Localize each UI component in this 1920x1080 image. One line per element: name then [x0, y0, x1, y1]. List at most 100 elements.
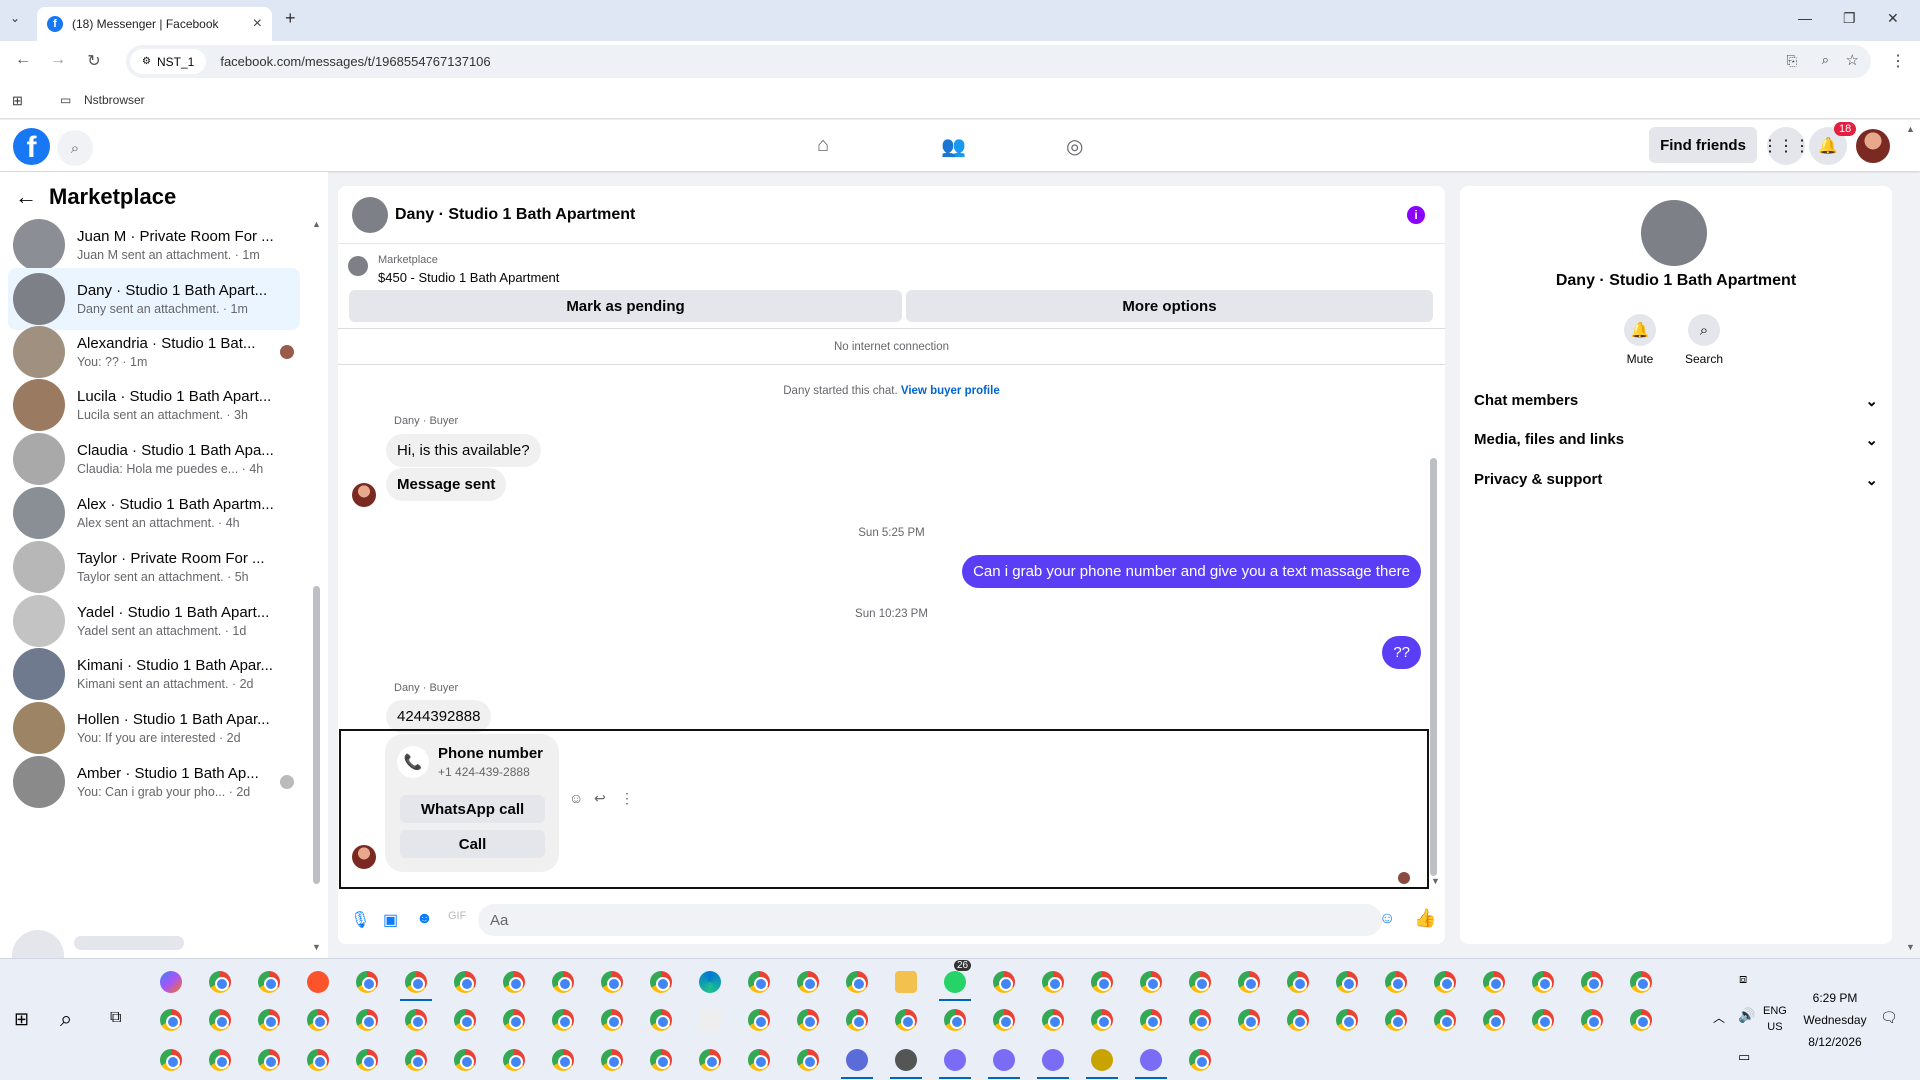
- chrome-icon[interactable]: [748, 1009, 770, 1031]
- site-settings-icon[interactable]: ⚙: [142, 56, 151, 67]
- chrome-icon[interactable]: [552, 1009, 574, 1031]
- chrome-icon[interactable]: [895, 1009, 917, 1031]
- chrome-icon[interactable]: [1385, 1009, 1407, 1031]
- privacy-support-section[interactable]: Privacy & support ⌄: [1474, 471, 1878, 489]
- chrome-icon[interactable]: [258, 1009, 280, 1031]
- back-arrow-icon[interactable]: ←: [15, 184, 37, 210]
- profile-chip[interactable]: ⚙ NST_1: [130, 49, 207, 74]
- chrome-icon[interactable]: [1532, 1009, 1554, 1031]
- app-icon[interactable]: [1091, 1049, 1113, 1071]
- chrome-icon[interactable]: [601, 971, 623, 993]
- chrome-icon[interactable]: [356, 1009, 378, 1031]
- like-thumb-icon[interactable]: 👍: [1414, 908, 1436, 929]
- chrome-icon[interactable]: [1385, 971, 1407, 993]
- menu-grid-icon[interactable]: ⋮⋮⋮: [1762, 127, 1810, 165]
- conversation-item[interactable]: Claudia · Studio 1 Bath Apa... Claudia: H…: [8, 428, 300, 490]
- chrome-icon[interactable]: [209, 971, 231, 993]
- reload-icon[interactable]: ↻: [78, 51, 110, 71]
- clock[interactable]: 6:29 PM Wednesday 8/12/2026: [1795, 987, 1875, 1053]
- phone-number-card[interactable]: 📞 Phone number +1 424-439-2888 WhatsApp …: [385, 734, 559, 872]
- chrome-icon[interactable]: [699, 1049, 721, 1071]
- chrome-icon[interactable]: [1630, 1009, 1652, 1031]
- sidebar-scrollbar[interactable]: [313, 586, 320, 884]
- home-icon[interactable]: ⌂: [817, 134, 829, 157]
- chrome-icon[interactable]: [454, 1049, 476, 1071]
- chrome-icon[interactable]: [503, 1049, 525, 1071]
- chrome-icon[interactable]: [307, 1049, 329, 1071]
- scroll-down-icon[interactable]: ▼: [1431, 876, 1440, 886]
- gif-icon[interactable]: GIF: [448, 910, 466, 922]
- chat-members-section[interactable]: Chat members ⌄: [1474, 392, 1878, 410]
- zoom-icon[interactable]: ⌕: [1822, 52, 1829, 68]
- settings-gear-icon[interactable]: [895, 1049, 917, 1071]
- chat-scrollbar[interactable]: [1430, 458, 1437, 876]
- chrome-icon[interactable]: [1434, 971, 1456, 993]
- address-bar[interactable]: ⚙ NST_1 facebook.com/messages/t/196855476…: [126, 45, 1871, 78]
- details-avatar[interactable]: [1641, 200, 1707, 266]
- listing-title[interactable]: $450 - Studio 1 Bath Apartment: [378, 270, 559, 285]
- bookmark-folder[interactable]: Nstbrowser: [84, 93, 145, 107]
- listing-thumbnail[interactable]: [348, 256, 368, 276]
- conversation-item[interactable]: Alex · Studio 1 Bath Apartm... Alex sent …: [8, 482, 300, 544]
- chrome-icon[interactable]: [454, 971, 476, 993]
- chrome-icon[interactable]: [356, 1049, 378, 1071]
- chrome-icon[interactable]: [552, 971, 574, 993]
- chrome-icon[interactable]: [1189, 971, 1211, 993]
- start-icon[interactable]: ⊞: [14, 1009, 29, 1030]
- chrome-icon[interactable]: [454, 1009, 476, 1031]
- close-tab-icon[interactable]: ×: [253, 15, 262, 33]
- minimize-icon[interactable]: —: [1798, 10, 1812, 26]
- chrome-icon[interactable]: [650, 1009, 672, 1031]
- tab-list-icon[interactable]: ⌄: [10, 11, 20, 25]
- meet-now-icon[interactable]: ⧈: [1739, 971, 1747, 987]
- chrome-icon[interactable]: [1091, 971, 1113, 993]
- groups-icon[interactable]: ◎: [1066, 134, 1083, 159]
- chrome-icon[interactable]: [748, 971, 770, 993]
- chat-avatar[interactable]: [352, 196, 388, 233]
- chrome-icon[interactable]: [1483, 1009, 1505, 1031]
- sender-avatar[interactable]: [352, 845, 376, 869]
- chrome-icon[interactable]: [503, 971, 525, 993]
- brave-icon[interactable]: [307, 971, 329, 993]
- chrome-icon[interactable]: [797, 1009, 819, 1031]
- chrome-icon[interactable]: [1091, 1009, 1113, 1031]
- file-explorer-icon[interactable]: [895, 971, 917, 993]
- chrome-icon[interactable]: [552, 1049, 574, 1071]
- chrome-icon[interactable]: [1140, 1009, 1162, 1031]
- chrome-icon[interactable]: [1532, 971, 1554, 993]
- reply-icon[interactable]: ↩: [594, 790, 606, 807]
- browser-icon[interactable]: [944, 1049, 966, 1071]
- chrome-icon[interactable]: [601, 1009, 623, 1031]
- url-text[interactable]: facebook.com/messages/t/1968554767137106: [220, 54, 490, 69]
- chrome-icon[interactable]: [1042, 1009, 1064, 1031]
- sender-avatar[interactable]: [352, 483, 376, 507]
- browser-icon[interactable]: [1140, 1049, 1162, 1071]
- chrome-icon[interactable]: [160, 1009, 182, 1031]
- forward-icon[interactable]: →: [42, 51, 74, 69]
- sent-message-bubble[interactable]: ??: [1382, 636, 1421, 669]
- browser-icon[interactable]: [993, 1049, 1015, 1071]
- message-bubble[interactable]: Hi, is this available?: [386, 434, 541, 467]
- details-name[interactable]: Dany · Studio 1 Bath Apartment: [1460, 272, 1892, 290]
- view-buyer-profile-link[interactable]: View buyer profile: [901, 385, 1000, 397]
- chrome-icon[interactable]: [748, 1049, 770, 1071]
- conversation-item[interactable]: Lucila · Studio 1 Bath Apart... Lucila se…: [8, 374, 300, 436]
- task-view-icon[interactable]: ⧉: [110, 1009, 121, 1027]
- chrome-icon[interactable]: [1140, 971, 1162, 993]
- chrome-icon[interactable]: [258, 1049, 280, 1071]
- chrome-icon[interactable]: [797, 1049, 819, 1071]
- search-button[interactable]: ⌕ Search: [1674, 314, 1734, 366]
- conversation-item[interactable]: Kimani · Studio 1 Bath Apar... Kimani sen…: [8, 643, 300, 705]
- show-hidden-icons[interactable]: ︿: [1713, 1009, 1725, 1026]
- volume-icon[interactable]: 🔊: [1738, 1007, 1755, 1024]
- react-icon[interactable]: ☺: [569, 790, 583, 806]
- chrome-icon[interactable]: [1238, 971, 1260, 993]
- chrome-icon[interactable]: [993, 971, 1015, 993]
- whatsapp-icon[interactable]: [944, 971, 966, 993]
- chrome-icon[interactable]: [1042, 971, 1064, 993]
- mark-as-pending-button[interactable]: Mark as pending: [349, 290, 902, 322]
- edge-icon[interactable]: [699, 971, 721, 993]
- chrome-icon[interactable]: [797, 971, 819, 993]
- notification-center-icon[interactable]: 🗨: [1880, 1009, 1898, 1026]
- browser-menu-icon[interactable]: ⋮: [1890, 51, 1906, 71]
